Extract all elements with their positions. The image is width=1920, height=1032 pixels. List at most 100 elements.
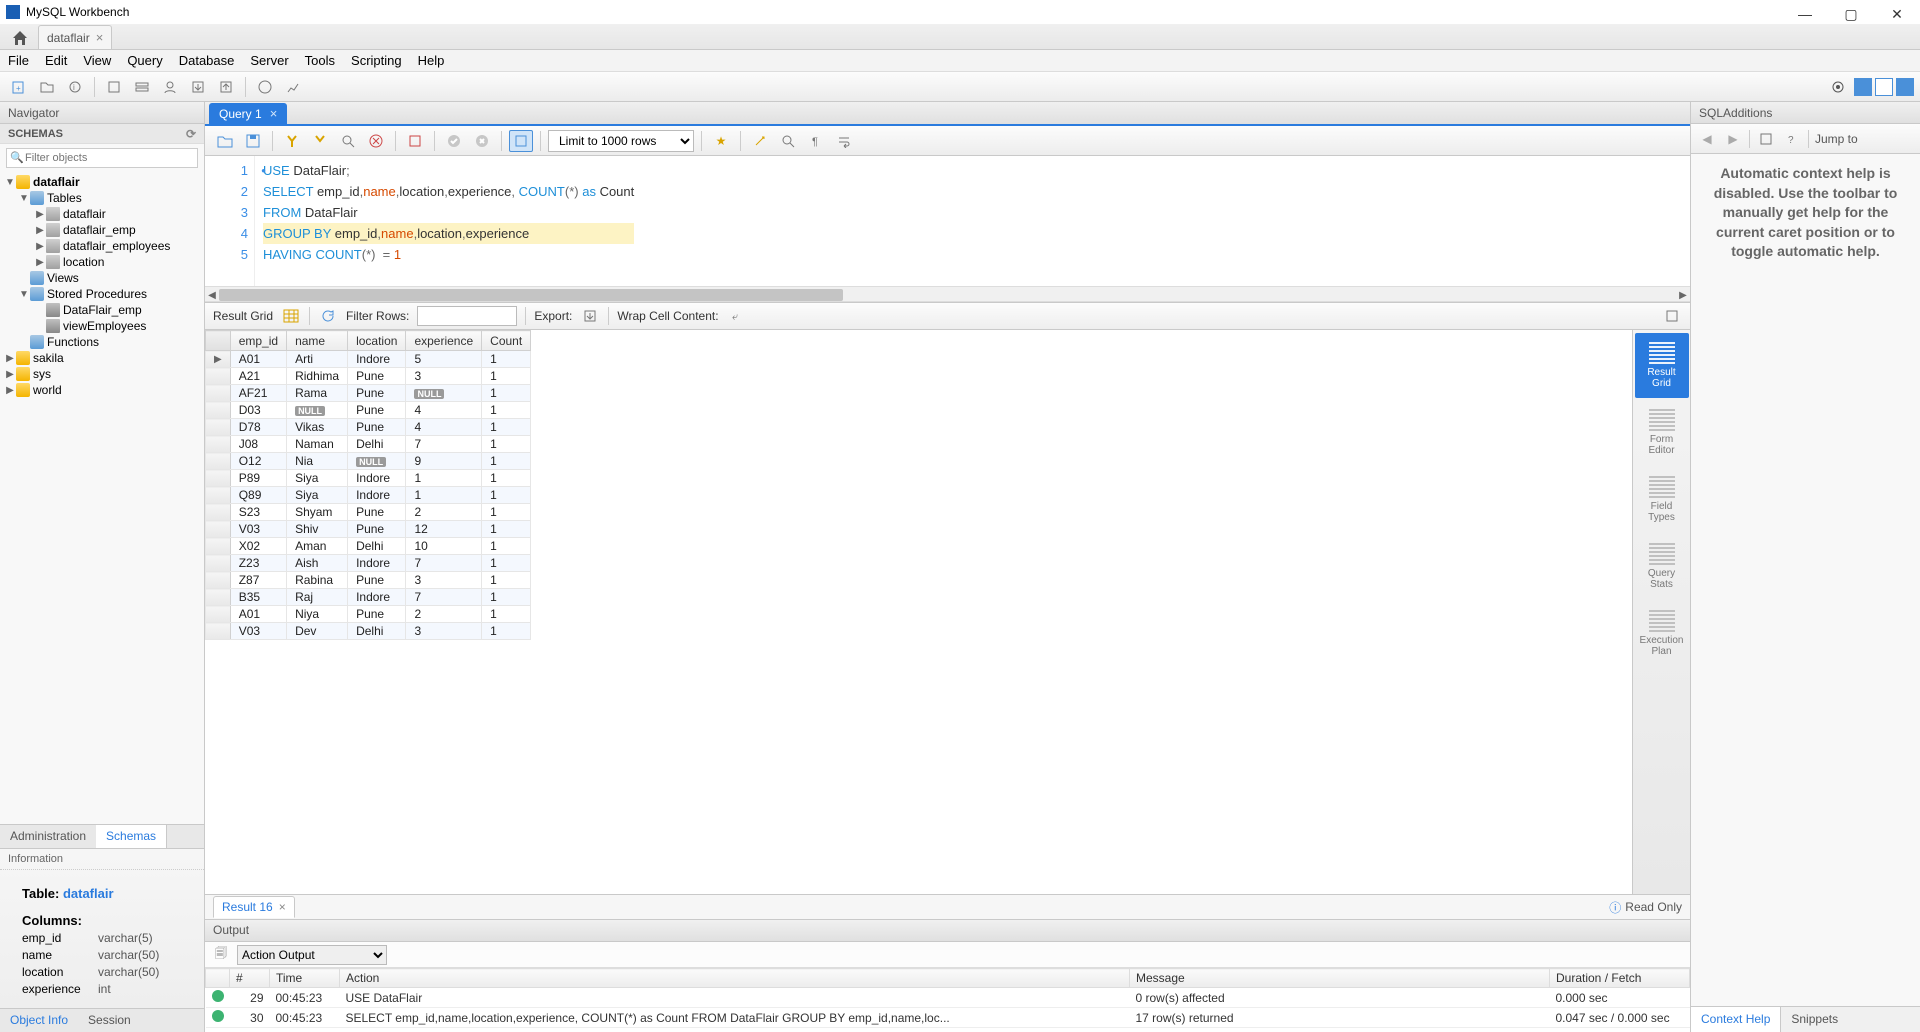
db-node[interactable]: ▶world [0, 382, 204, 398]
jump-to-label[interactable]: Jump to [1815, 132, 1858, 146]
menu-edit[interactable]: Edit [45, 53, 67, 68]
column-header[interactable]: experience [406, 331, 482, 351]
table-item[interactable]: ▶dataflair [0, 206, 204, 222]
client-connections-icon[interactable] [129, 75, 155, 99]
connection-tab[interactable]: dataflair × [38, 25, 112, 49]
result-grid[interactable]: emp_idnamelocationexperienceCount▶A01Art… [205, 330, 1632, 894]
sql-editor[interactable]: 12345 USE DataFlair;SELECT emp_id,name,l… [205, 156, 1690, 286]
menu-tools[interactable]: Tools [305, 53, 335, 68]
stop-icon[interactable] [364, 130, 388, 152]
scroll-right-icon[interactable]: ▶ [1676, 287, 1690, 303]
inspector-icon[interactable]: i [62, 75, 88, 99]
table-row[interactable]: B35RajIndore71 [206, 589, 531, 606]
table-item[interactable]: ▶dataflair_emp [0, 222, 204, 238]
execute-icon[interactable] [280, 130, 304, 152]
toggle-right-pane-icon[interactable] [1896, 78, 1914, 96]
home-icon[interactable] [8, 27, 32, 49]
wrap-icon[interactable] [832, 130, 856, 152]
table-row[interactable]: A21RidhimaPune31 [206, 368, 531, 385]
auto-help-icon[interactable] [1756, 129, 1776, 149]
table-row[interactable]: ▶A01ArtiIndore51 [206, 351, 531, 368]
output-row[interactable]: 2900:45:23USE DataFlair0 row(s) affected… [206, 988, 1690, 1008]
db-node[interactable]: ▶sakila [0, 350, 204, 366]
menu-database[interactable]: Database [179, 53, 235, 68]
functions-node[interactable]: Functions [0, 334, 204, 350]
table-row[interactable]: V03DevDelhi31 [206, 623, 531, 640]
maximize-button[interactable]: ▢ [1828, 0, 1874, 28]
menu-scripting[interactable]: Scripting [351, 53, 402, 68]
table-row[interactable]: O12NiaNULL91 [206, 453, 531, 470]
filter-rows-input[interactable] [417, 306, 517, 326]
beautify-icon[interactable] [748, 130, 772, 152]
toggle-left-pane-icon[interactable] [1854, 78, 1872, 96]
sp-item[interactable]: DataFlair_emp [0, 302, 204, 318]
column-header[interactable]: emp_id [230, 331, 286, 351]
tab-schemas[interactable]: Schemas [96, 825, 167, 848]
close-result-tab-icon[interactable]: × [279, 900, 286, 914]
table-row[interactable]: Z23AishIndore71 [206, 555, 531, 572]
close-query-tab-icon[interactable]: × [270, 106, 278, 121]
output-type-dropdown[interactable]: Action Output [237, 945, 387, 965]
save-file-icon[interactable] [241, 130, 265, 152]
column-header[interactable]: name [287, 331, 348, 351]
column-header[interactable]: location [348, 331, 406, 351]
rail-field-types[interactable]: Field Types [1635, 467, 1689, 532]
menu-server[interactable]: Server [250, 53, 288, 68]
new-sql-tab-icon[interactable]: + [6, 75, 32, 99]
back-icon[interactable]: ◀ [1697, 129, 1717, 149]
tab-session[interactable]: Session [78, 1009, 141, 1032]
filter-input[interactable] [6, 148, 198, 168]
refresh-result-icon[interactable] [318, 306, 338, 326]
table-row[interactable]: J08NamanDelhi71 [206, 436, 531, 453]
menu-file[interactable]: File [8, 53, 29, 68]
explain-icon[interactable] [336, 130, 360, 152]
clear-output-icon[interactable]: 🗐 [211, 945, 231, 965]
commit-icon[interactable] [442, 130, 466, 152]
table-row[interactable]: S23ShyamPune21 [206, 504, 531, 521]
tab-object-info[interactable]: Object Info [0, 1009, 78, 1032]
table-row[interactable]: X02AmanDelhi101 [206, 538, 531, 555]
pin-result-icon[interactable] [1662, 306, 1682, 326]
table-item[interactable]: ▶dataflair_employees [0, 238, 204, 254]
toggle-bottom-pane-icon[interactable] [1875, 78, 1893, 96]
db-node[interactable]: ▼dataflair [0, 174, 204, 190]
data-import-icon[interactable] [213, 75, 239, 99]
users-icon[interactable] [157, 75, 183, 99]
server-status-icon[interactable] [101, 75, 127, 99]
output-row[interactable]: 3000:45:23SELECT emp_id,name,location,ex… [206, 1008, 1690, 1028]
table-row[interactable]: V03ShivPune121 [206, 521, 531, 538]
dashboard-icon[interactable] [252, 75, 278, 99]
stored-procedures-node[interactable]: ▼Stored Procedures [0, 286, 204, 302]
tab-snippets[interactable]: Snippets [1781, 1007, 1848, 1032]
query-tab[interactable]: Query 1 × [209, 103, 287, 124]
tables-node[interactable]: ▼Tables [0, 190, 204, 206]
table-row[interactable]: D03NULLPune41 [206, 402, 531, 419]
close-connection-icon[interactable]: × [96, 30, 104, 45]
table-row[interactable]: Z87RabinaPune31 [206, 572, 531, 589]
scroll-thumb[interactable] [219, 289, 843, 301]
forward-icon[interactable]: ▶ [1723, 129, 1743, 149]
menu-help[interactable]: Help [418, 53, 445, 68]
settings-icon[interactable] [1825, 75, 1851, 99]
output-grid[interactable]: #TimeActionMessageDuration / Fetch2900:4… [205, 968, 1690, 1032]
table-row[interactable]: AF21RamaPuneNULL1 [206, 385, 531, 402]
data-export-icon[interactable] [185, 75, 211, 99]
refresh-icon[interactable]: ⟳ [186, 127, 196, 141]
limit-rows-dropdown[interactable]: Limit to 1000 rows [548, 130, 694, 152]
favorite-icon[interactable]: ★ [709, 130, 733, 152]
execute-current-icon[interactable] [308, 130, 332, 152]
rail-query-stats[interactable]: Query Stats [1635, 534, 1689, 599]
result-tab[interactable]: Result 16× [213, 896, 295, 918]
editor-scrollbar[interactable]: ◀ ▶ [205, 286, 1690, 302]
wrap-cell-icon[interactable]: ⤶ [727, 306, 747, 326]
open-sql-file-icon[interactable] [34, 75, 60, 99]
rollback-icon[interactable] [470, 130, 494, 152]
menu-query[interactable]: Query [127, 53, 162, 68]
rail-result-grid[interactable]: Result Grid [1635, 333, 1689, 398]
result-grid-icon[interactable] [281, 306, 301, 326]
table-item[interactable]: ▶location [0, 254, 204, 270]
db-node[interactable]: ▶sys [0, 366, 204, 382]
table-row[interactable]: Q89SiyaIndore11 [206, 487, 531, 504]
performance-icon[interactable] [280, 75, 306, 99]
table-row[interactable]: A01NiyaPune21 [206, 606, 531, 623]
